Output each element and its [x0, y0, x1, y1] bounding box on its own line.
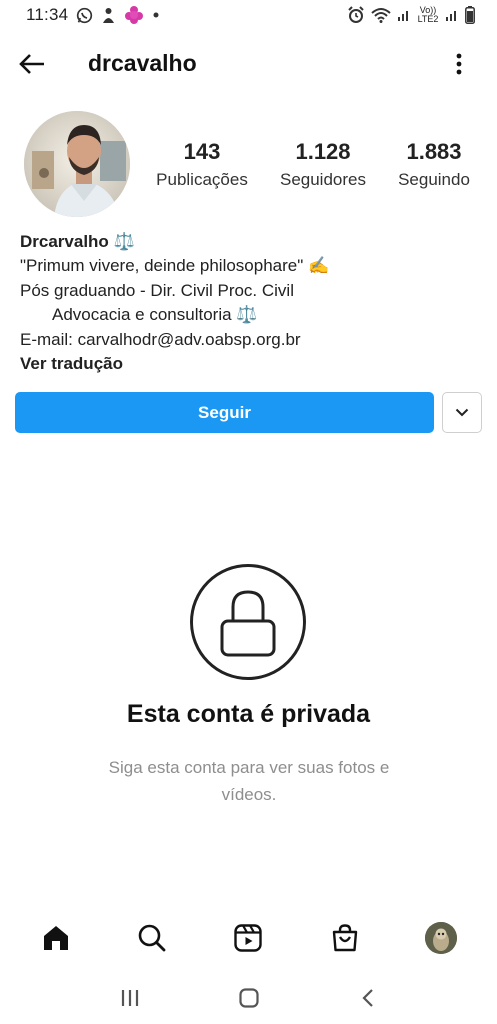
stat-following[interactable]: 1.883 Seguindo	[392, 138, 476, 192]
stat-posts[interactable]: 143 Publicações	[150, 138, 254, 192]
android-navigation-bar	[0, 972, 497, 1024]
status-time: 11:34	[26, 5, 69, 24]
shop-icon	[332, 924, 357, 952]
private-account-title: Esta conta é privada	[126, 700, 371, 728]
bio-line-4: E-mail: carvalhodr@adv.oabsp.org.br	[20, 329, 301, 349]
android-back-button[interactable]	[343, 976, 393, 1020]
bio-line-3: Advocacia e consultoria ⚖️	[52, 305, 258, 325]
nav-reels[interactable]	[218, 914, 278, 962]
status-bar: 11:34 Vo)) LTE2	[0, 0, 497, 30]
whatsapp-icon	[76, 7, 93, 24]
home-button-icon	[238, 988, 259, 1008]
signal-icon-2	[445, 8, 459, 22]
profile-header: drcavalho	[0, 38, 497, 92]
see-translation-link[interactable]: Ver tradução	[20, 352, 480, 376]
search-icon	[138, 924, 166, 952]
reels-icon	[234, 924, 263, 952]
private-lock-badge	[190, 564, 306, 680]
back-icon	[361, 989, 373, 1007]
android-home-button[interactable]	[224, 976, 274, 1020]
nav-search[interactable]	[122, 914, 182, 962]
lock-icon	[220, 590, 276, 657]
network-label: Vo)) LTE2	[417, 5, 439, 24]
bio-line-1: "Primum vivere, deinde philosophare" ✍️	[20, 256, 330, 276]
following-label: Seguindo	[398, 170, 470, 189]
following-count: 1.883	[406, 139, 462, 164]
notification-icon	[101, 7, 116, 24]
home-icon	[44, 926, 69, 950]
posts-label: Publicações	[156, 170, 248, 189]
app-icon	[124, 5, 144, 25]
posts-count: 143	[183, 139, 221, 164]
battery-icon	[465, 6, 475, 24]
recent-apps-button[interactable]	[105, 976, 155, 1020]
wifi-icon	[371, 7, 391, 23]
dot-icon	[152, 11, 160, 19]
alarm-icon	[347, 6, 365, 24]
profile-avatar[interactable]	[24, 111, 130, 217]
followers-count: 1.128	[295, 139, 351, 164]
display-name: Drcarvalho ⚖️	[20, 232, 135, 251]
nav-profile[interactable]	[411, 914, 471, 962]
followers-label: Seguidores	[279, 170, 366, 189]
status-right: Vo)) LTE2	[347, 6, 475, 24]
chevron-down-icon	[455, 404, 469, 422]
nav-shop[interactable]	[315, 914, 375, 962]
suggested-dropdown-button[interactable]	[442, 392, 482, 433]
stat-followers[interactable]: 1.128 Seguidores	[276, 138, 370, 192]
bottom-navigation	[0, 912, 497, 964]
follow-button[interactable]: Seguir	[15, 392, 434, 433]
back-button[interactable]	[16, 50, 48, 78]
profile-stats: 143 Publicações 1.128 Seguidores 1.883 S…	[150, 138, 480, 192]
signal-icon	[397, 8, 411, 22]
nav-home[interactable]	[26, 914, 86, 962]
username-title: drcavalho	[88, 50, 197, 76]
profile-bio: Drcarvalho ⚖️ "Primum vivere, deinde phi…	[20, 230, 480, 376]
bio-line-2: Pós graduando - Dir. Civil Proc. Civil	[20, 280, 294, 300]
status-left: 11:34	[26, 5, 160, 25]
more-options-button[interactable]	[449, 50, 469, 78]
recent-apps-icon	[121, 990, 138, 1006]
private-account-description: Siga esta conta para ver suas fotos e ví…	[108, 758, 390, 804]
profile-avatar-small	[424, 922, 457, 954]
